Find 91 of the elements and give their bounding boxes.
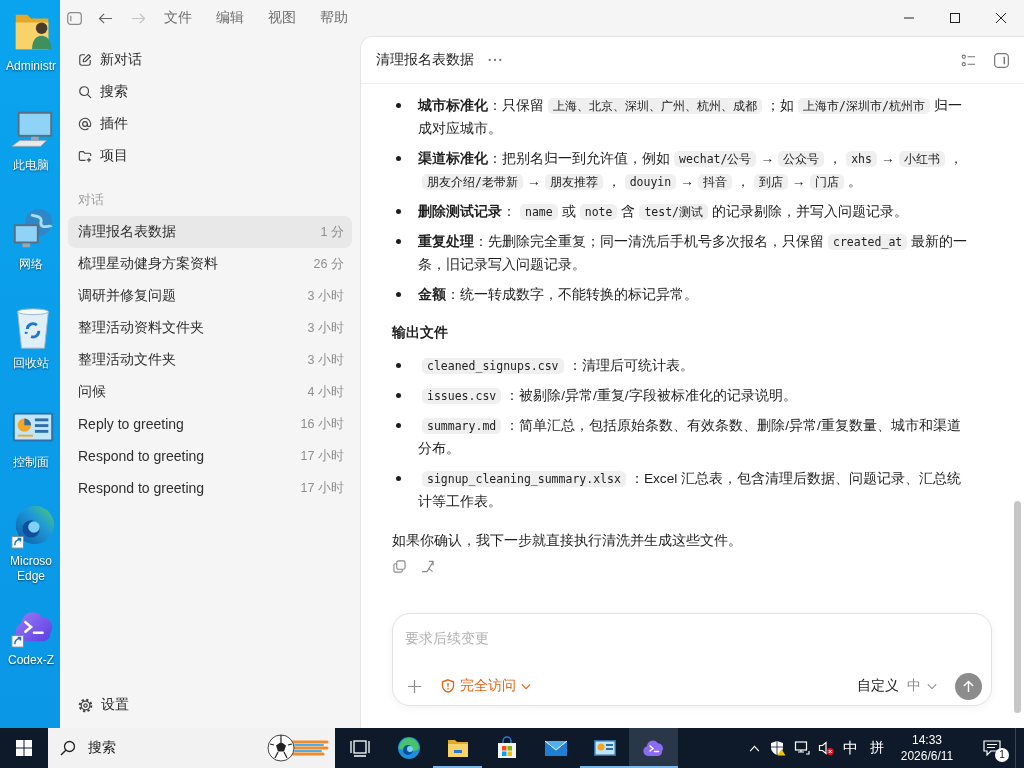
more-icon xyxy=(488,58,502,62)
bullet-icon xyxy=(396,476,401,481)
sidebar-action[interactable]: 新对话 xyxy=(68,44,352,76)
bullet-icon xyxy=(396,363,401,368)
wired-network-icon xyxy=(794,740,810,756)
bullet-icon xyxy=(396,103,401,108)
access-dropdown[interactable]: 完全访问 xyxy=(441,673,531,699)
section-label: 对话 xyxy=(77,191,105,209)
maximize-icon xyxy=(950,13,960,23)
desktop-icon-label: Microso Edge xyxy=(9,554,53,584)
menu-item[interactable]: 文件 xyxy=(152,4,204,32)
list-item-text: 渠道标准化：把别名归一到允许值，例如 wechat/公号 → 公众号 ， xhs → 小红书 ， 朋友介绍/老带新 → 朋友推荐 ， douyin → 抖音 ， 到店 → 门店 。 xyxy=(418,150,964,192)
settings-icon xyxy=(78,697,93,713)
notification-count: 1 xyxy=(995,748,1009,762)
clock-date[interactable]: 2026/6/11 xyxy=(900,748,954,764)
list-item-text: issues.csv ：被剔除/异常/重复/字段被标准化的记录说明。 xyxy=(418,384,974,407)
taskbar-search-field[interactable]: 搜索 xyxy=(48,728,335,768)
bullet-icon xyxy=(396,292,401,297)
bullet-icon xyxy=(396,393,401,398)
bullet-icon xyxy=(396,209,401,214)
conversation-item[interactable]: Respond to greeting 17 小时 xyxy=(68,440,352,472)
arrow-right-icon xyxy=(130,11,146,25)
clock-time[interactable]: 14:33 xyxy=(912,732,942,748)
conversation-item[interactable]: 调研并修复问题 3 小时 xyxy=(68,280,352,312)
list-item-text: 删除测试记录： name 或 note 含 test/测试 的记录剔除，并写入问题记录。 xyxy=(418,203,910,222)
copy-button[interactable] xyxy=(392,558,406,574)
shield-alert-icon xyxy=(441,679,455,693)
list-item-text: cleaned_signups.csv ：清理后可统计表。 xyxy=(418,354,974,377)
sidebar-action[interactable]: 插件 xyxy=(68,108,352,140)
arrow-up-icon xyxy=(962,679,975,693)
message-text: 如果你确认，我下一步就直接执行清洗并生成这些文件。 xyxy=(392,532,743,550)
panel-icon xyxy=(993,52,1009,68)
speaker-muted-icon xyxy=(818,740,834,756)
desktop-icon-label: 回收站 xyxy=(12,356,50,371)
message-input[interactable]: 要求后续变更 xyxy=(405,627,982,649)
sidebar-action[interactable]: 搜索 xyxy=(68,76,352,108)
diagonal-arrow-icon xyxy=(420,559,434,573)
conversation-title: 清理报名表数据 xyxy=(376,51,474,69)
arrow-left-icon xyxy=(97,11,113,25)
notification-button[interactable]: 1 xyxy=(969,728,1015,768)
menu-item[interactable]: 帮助 xyxy=(308,4,360,32)
list-item-text: 城市标准化：只保留 上海、北京、深圳、广州、杭州、成都 ；如 上海市/深圳市/杭州市 归一成对应城市。 xyxy=(418,97,963,138)
chevron-up-icon xyxy=(748,744,760,752)
conversation-item[interactable]: 整理活动文件夹 3 小时 xyxy=(68,344,352,376)
bullet-icon xyxy=(396,239,401,244)
conversation-item[interactable]: 梳理星动健身方案资料 26 分 xyxy=(68,248,352,280)
browser-swirl-icon[interactable] xyxy=(10,504,56,550)
bullet-icon xyxy=(396,156,401,161)
settings-button[interactable]: 设置 xyxy=(68,689,352,721)
model-selector[interactable]: 自定义 中 xyxy=(857,673,937,699)
conversation-item[interactable]: Reply to greeting 16 小时 xyxy=(68,408,352,440)
fork-button[interactable] xyxy=(420,558,434,574)
list-item-text: summary.md ：简单汇总，包括原始条数、有效条数、删除/异常/重复数量、城市和渠道分布。 xyxy=(418,417,962,458)
desktop-icon-label: 控制面 xyxy=(12,455,50,470)
desktop-icon-label: 网络 xyxy=(18,257,44,272)
message-bubble-icon xyxy=(983,740,1001,756)
menu-item[interactable]: 编辑 xyxy=(204,4,256,32)
conversation-item[interactable]: Respond to greeting 17 小时 xyxy=(68,472,352,504)
shield-warning-icon xyxy=(770,740,786,756)
conversation-item[interactable]: 整理活动资料文件夹 3 小时 xyxy=(68,312,352,344)
list-icon xyxy=(960,52,976,68)
chevron-down-icon xyxy=(521,682,531,690)
close-icon xyxy=(996,13,1006,23)
list-item-text: signup_cleaning_summary.xlsx ：Excel 汇总表，包含清理后数据、问题记录、汇总统计等工作表。 xyxy=(418,470,963,511)
chevron-down-icon xyxy=(927,682,937,690)
input-method-button[interactable]: 拼 xyxy=(862,728,892,768)
scrollbar-thumb[interactable] xyxy=(1014,501,1021,713)
sidebar-action[interactable]: 项目 xyxy=(68,140,352,172)
desktop-icon-label: 此电脑 xyxy=(12,158,50,173)
soccer-ball-icon xyxy=(265,732,329,764)
at-sign-icon xyxy=(78,117,92,131)
edit-icon xyxy=(78,53,92,67)
browser-swirl-icon xyxy=(396,736,421,760)
copy-icon xyxy=(392,559,406,573)
search-icon xyxy=(60,740,76,756)
section-heading: 输出文件 xyxy=(392,324,449,342)
list-item-text: 金额：统一转成数字，不能转换的标记异常。 xyxy=(418,286,699,304)
plus-icon xyxy=(407,679,421,693)
list-item-text: 重复处理：先删除完全重复；同一清洗后手机号多次报名，只保留 created_at 最新的一条，旧记录写入问题记录。 xyxy=(418,233,969,274)
sidebar-icon xyxy=(66,11,82,25)
folder-plus-icon xyxy=(78,149,92,163)
conversation-item[interactable]: 问候 4 小时 xyxy=(68,376,352,408)
search-icon xyxy=(78,85,92,99)
desktop-icon-label: Codex-Z xyxy=(7,653,55,668)
bullet-icon xyxy=(396,423,401,428)
start-logo-icon xyxy=(16,740,32,756)
input-mode-button[interactable]: 中 xyxy=(838,728,862,768)
conversation-item[interactable]: 清理报名表数据 1 分 xyxy=(68,216,352,248)
desktop-icon-label: Administr xyxy=(5,59,57,74)
menu-item[interactable]: 视图 xyxy=(256,4,308,32)
taskbar-app[interactable] xyxy=(629,728,678,768)
